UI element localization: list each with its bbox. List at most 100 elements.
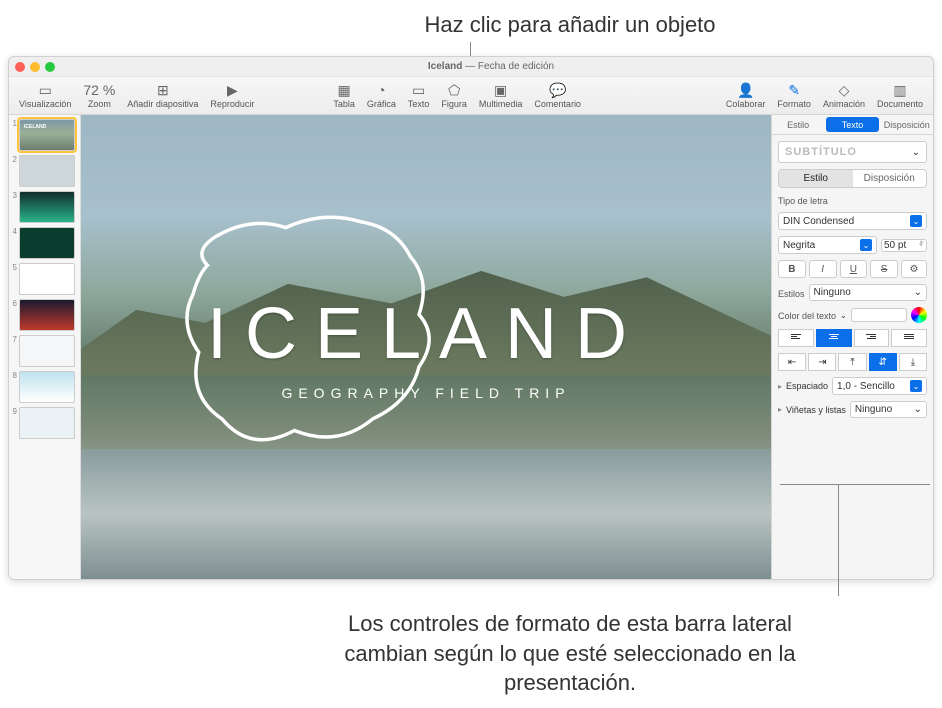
advanced-options-button[interactable]: ⚙ bbox=[901, 260, 927, 278]
horizontal-align-group bbox=[778, 329, 927, 347]
indent-valign-group: ⇤ ⇥ ⤒ ⇵ ⤓ bbox=[778, 353, 927, 371]
shape-icon: ⬠ bbox=[448, 82, 460, 98]
callout-line bbox=[838, 484, 839, 596]
close-button[interactable] bbox=[15, 62, 25, 72]
font-weight-dropdown[interactable]: Negrita⌄ bbox=[778, 236, 877, 254]
format-icon: ✎ bbox=[788, 82, 800, 98]
italic-button[interactable]: I bbox=[809, 260, 837, 278]
zoom-value: 72 % bbox=[83, 82, 115, 98]
slide-thumb-1[interactable]: ICELAND bbox=[19, 119, 75, 151]
slide-title: ICELAND bbox=[207, 293, 645, 375]
font-size-stepper[interactable]: 50 pt⥯ bbox=[881, 239, 927, 252]
bullets-dropdown[interactable]: Ninguno⌄ bbox=[850, 401, 927, 418]
app-window: Iceland — Fecha de edición ▭ Visualizaci… bbox=[8, 56, 934, 580]
chevron-down-icon: ⌄ bbox=[912, 147, 920, 158]
inspector-tabs: Estilo Texto Disposición bbox=[772, 115, 933, 135]
animate-button[interactable]: ◇ Animación bbox=[817, 82, 871, 109]
stepper-icon: ⥯ bbox=[919, 241, 924, 249]
document-title: Iceland — Fecha de edición bbox=[55, 61, 927, 72]
strikethrough-button[interactable]: S bbox=[870, 260, 898, 278]
shape-button[interactable]: ⬠ Figura bbox=[435, 82, 473, 109]
document-icon: ▥ bbox=[893, 82, 906, 98]
titlebar: Iceland — Fecha de edición bbox=[9, 57, 933, 77]
slide-thumb-9[interactable] bbox=[19, 407, 75, 439]
collaborate-icon: 👤 bbox=[737, 82, 754, 98]
main-area: 1ICELAND 2 3 4 5 6 7 8 9 ICELAND GEOGRAP… bbox=[9, 115, 933, 579]
bullets-label: Viñetas y listas bbox=[786, 405, 846, 415]
font-family-dropdown[interactable]: DIN Condensed⌄ bbox=[778, 212, 927, 230]
slide-thumb-6[interactable] bbox=[19, 299, 75, 331]
text-color-swatch[interactable] bbox=[851, 308, 907, 322]
callout-bottom: Los controles de formato de esta barra l… bbox=[310, 609, 830, 698]
chevron-down-icon: ⌄ bbox=[914, 287, 922, 298]
slide-thumb-4[interactable] bbox=[19, 227, 75, 259]
text-color-options-icon[interactable]: ⌄ bbox=[840, 311, 847, 320]
slide-canvas[interactable]: ICELAND GEOGRAPHY FIELD TRIP bbox=[81, 115, 771, 579]
text-button[interactable]: ▭ Texto bbox=[402, 82, 436, 109]
tab-arrange[interactable]: Disposición bbox=[881, 115, 933, 134]
align-center-button[interactable] bbox=[816, 329, 852, 347]
slide-thumb-2[interactable] bbox=[19, 155, 75, 187]
view-button[interactable]: ▭ Visualización bbox=[13, 77, 77, 114]
disclosure-icon[interactable]: ▸ bbox=[778, 405, 782, 414]
slide-thumb-8[interactable] bbox=[19, 371, 75, 403]
play-icon: ▶ bbox=[227, 82, 238, 98]
comment-button[interactable]: 💬 Comentario bbox=[528, 82, 587, 109]
subtab-layout[interactable]: Disposición bbox=[853, 170, 927, 187]
chart-button[interactable]: ◔ Gráfica bbox=[361, 82, 402, 109]
text-color-label: Color del texto bbox=[778, 311, 836, 321]
zoom-button[interactable]: 72 % Zoom bbox=[77, 77, 121, 114]
tab-text[interactable]: Texto bbox=[826, 117, 878, 132]
slide-navigator[interactable]: 1ICELAND 2 3 4 5 6 7 8 9 bbox=[9, 115, 81, 579]
table-icon: ▦ bbox=[337, 82, 350, 98]
slide-thumb-7[interactable] bbox=[19, 335, 75, 367]
format-inspector: Estilo Texto Disposición Subtítulo ⌄ Est… bbox=[771, 115, 933, 579]
play-button[interactable]: ▶ Reproducir bbox=[204, 77, 260, 114]
collaborate-button[interactable]: 👤 Colaborar bbox=[720, 82, 772, 109]
chart-icon: ◔ bbox=[377, 82, 385, 98]
view-icon: ▭ bbox=[39, 82, 52, 98]
document-button[interactable]: ▥ Documento bbox=[871, 82, 929, 109]
insert-object-group: ▦ Tabla ◔ Gráfica ▭ Texto ⬠ Figura ▣ Mul… bbox=[326, 81, 588, 110]
spacing-label: Espaciado bbox=[786, 381, 828, 391]
media-button[interactable]: ▣ Multimedia bbox=[473, 82, 529, 109]
table-button[interactable]: ▦ Tabla bbox=[327, 82, 361, 109]
add-slide-button[interactable]: ⊞ Añadir diapositiva bbox=[121, 77, 204, 114]
bold-button[interactable]: B bbox=[778, 260, 806, 278]
dropdown-arrow-icon: ⌄ bbox=[910, 215, 922, 227]
slide-thumb-5[interactable] bbox=[19, 263, 75, 295]
spacing-dropdown[interactable]: 1,0 - Sencillo⌄ bbox=[832, 377, 927, 395]
callout-line bbox=[780, 484, 930, 485]
window-controls bbox=[15, 62, 55, 72]
valign-bottom-button[interactable]: ⤓ bbox=[899, 353, 927, 371]
title-text-box[interactable]: ICELAND GEOGRAPHY FIELD TRIP bbox=[207, 293, 645, 401]
align-right-button[interactable] bbox=[854, 329, 890, 347]
chevron-down-icon: ⌄ bbox=[914, 404, 922, 415]
paragraph-style-dropdown[interactable]: Subtítulo ⌄ bbox=[778, 141, 927, 163]
text-subtabs: Estilo Disposición bbox=[778, 169, 927, 188]
maximize-button[interactable] bbox=[45, 62, 55, 72]
format-button[interactable]: ✎ Formato bbox=[771, 82, 817, 109]
underline-button[interactable]: U bbox=[840, 260, 868, 278]
indent-button[interactable]: ⇥ bbox=[808, 353, 836, 371]
outdent-button[interactable]: ⇤ bbox=[778, 353, 806, 371]
char-styles-label: Estilos bbox=[778, 289, 805, 299]
tab-style[interactable]: Estilo bbox=[772, 115, 824, 134]
slide-thumb-3[interactable] bbox=[19, 191, 75, 223]
minimize-button[interactable] bbox=[30, 62, 40, 72]
char-styles-dropdown[interactable]: Ninguno⌄ bbox=[809, 284, 927, 301]
align-left-button[interactable] bbox=[778, 329, 814, 347]
dropdown-arrow-icon: ⌄ bbox=[860, 239, 872, 251]
disclosure-icon[interactable]: ▸ bbox=[778, 382, 782, 391]
align-justify-button[interactable] bbox=[891, 329, 927, 347]
subtab-style[interactable]: Estilo bbox=[779, 170, 853, 187]
gear-icon: ⚙ bbox=[910, 264, 919, 275]
slide-subtitle: GEOGRAPHY FIELD TRIP bbox=[207, 385, 645, 401]
color-picker-button[interactable] bbox=[911, 307, 927, 323]
valign-middle-button[interactable]: ⇵ bbox=[869, 353, 897, 371]
dropdown-arrow-icon: ⌄ bbox=[910, 380, 922, 392]
comment-icon: 💬 bbox=[549, 82, 566, 98]
text-icon: ▭ bbox=[412, 82, 425, 98]
font-section-label: Tipo de letra bbox=[778, 196, 927, 206]
valign-top-button[interactable]: ⤒ bbox=[838, 353, 866, 371]
